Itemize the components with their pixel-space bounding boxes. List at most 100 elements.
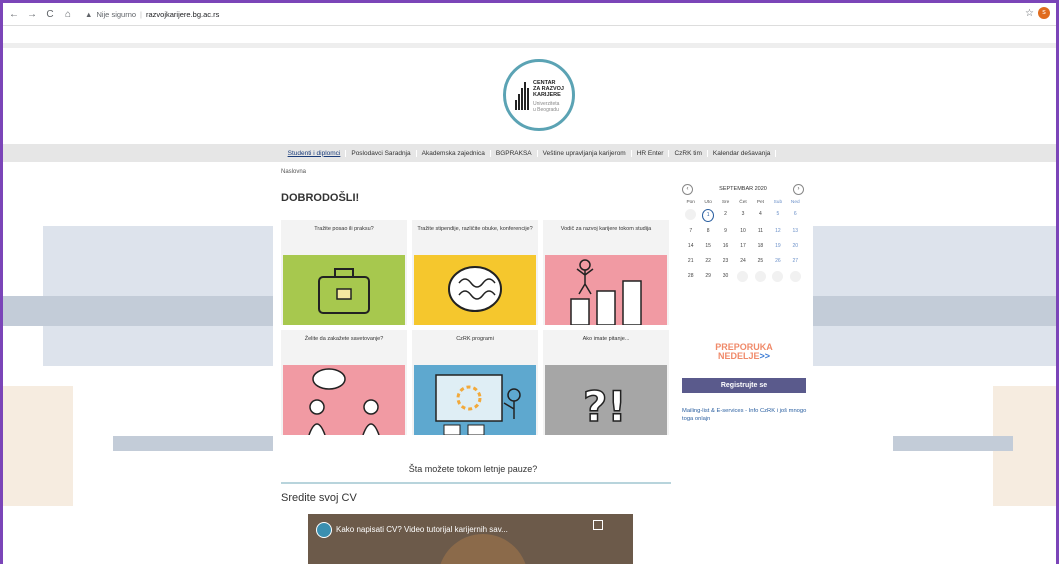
channel-icon	[316, 522, 332, 538]
calendar-day[interactable]: 22	[699, 256, 716, 267]
nav-item-czrk-tim[interactable]: CzRK tim	[669, 149, 708, 157]
url-separator: |	[140, 9, 142, 19]
register-button[interactable]: Registrujte se	[682, 378, 806, 393]
profile-avatar[interactable]: s	[1038, 7, 1050, 19]
calendar-day[interactable]: 16	[717, 241, 734, 252]
card-posao[interactable]: Tražite posao ili praksu?	[281, 220, 407, 325]
calendar-day[interactable]: 27	[787, 256, 804, 267]
nav-item-hr-enter[interactable]: HR Enter	[632, 149, 670, 157]
recommendation-link[interactable]: PREPORUKA NEDELJE>>	[680, 343, 808, 361]
nav-item-poslodavci[interactable]: Poslodavci Saradnja	[346, 149, 417, 157]
reload-icon[interactable]: C	[43, 9, 57, 20]
card-programi[interactable]: CzRK programi	[412, 330, 538, 435]
top-strip	[3, 43, 1056, 48]
calendar-day[interactable]: 30	[717, 271, 734, 282]
summer-heading[interactable]: Šta možete tokom letnje pauze?	[273, 464, 673, 474]
calendar-day[interactable]: 29	[699, 271, 716, 282]
calendar-header: ‹ SEPTEMBAR 2020 ›	[682, 182, 804, 196]
calendar-day[interactable]: 20	[787, 241, 804, 252]
card-image	[283, 365, 405, 435]
next-month-icon[interactable]: ›	[793, 183, 804, 195]
calendar-day[interactable]: 6	[787, 209, 804, 220]
sidebar: ‹ SEPTEMBAR 2020 › Pon Uto Sre Čet Pet Sub Ned…	[680, 180, 808, 422]
nav-item-studenti[interactable]: Studenti i diplomci	[283, 149, 347, 157]
warning-icon: ▲	[85, 9, 93, 19]
briefcase-icon	[318, 268, 370, 314]
web-page: CENTAR ZA RAZVOJ KARIJERE Univerziteta u Be…	[3, 26, 1056, 564]
card-vodic[interactable]: Vodič za razvoj karijere tokom studija	[543, 220, 669, 325]
main-content: Naslovna DOBRODOŠLI! Tražite posao ili p…	[273, 164, 673, 564]
svg-text:?!: ?!	[583, 382, 627, 431]
back-icon[interactable]: ←	[7, 9, 21, 20]
page-title: DOBRODOŠLI!	[281, 192, 360, 204]
brain-icon	[448, 266, 502, 312]
background-bar-right	[813, 296, 1056, 326]
calendar-day[interactable]: 1	[702, 209, 715, 222]
calendar-day[interactable]: 15	[699, 241, 716, 252]
prev-month-icon[interactable]: ‹	[682, 183, 693, 195]
calendar-empty-day	[737, 271, 749, 282]
logo-title: CENTAR ZA RAZVOJ KARIJERE	[533, 80, 564, 98]
url-host: razvojkarijere.bg.ac.rs	[146, 9, 220, 19]
nav-item-vestine[interactable]: Veštine upravljanja karijerom	[538, 149, 632, 157]
security-label: Nije sigurno	[96, 9, 137, 19]
background-warm-left	[3, 386, 73, 506]
card-image	[545, 255, 667, 325]
copy-link-icon[interactable]	[593, 520, 603, 530]
calendar-widget: ‹ SEPTEMBAR 2020 › Pon Uto Sre Čet Pet Sub Ned…	[682, 182, 804, 282]
bookmark-star-icon[interactable]: ☆	[1025, 8, 1034, 19]
nav-item-kalendar[interactable]: Kalendar dešavanja	[708, 149, 777, 157]
calendar-day[interactable]: 10	[734, 226, 751, 237]
calendar-day[interactable]: 24	[734, 256, 751, 267]
cv-section-title: Sredite svoj CV	[281, 492, 357, 504]
forward-icon[interactable]: →	[25, 9, 39, 20]
calendar-weekdays: Pon Uto Sre Čet Pet Sub Ned	[686, 200, 800, 205]
card-savetovanje[interactable]: Želite da zakažete savetovanje?	[281, 330, 407, 435]
mailing-link[interactable]: Mailing-list & E-services - Info CzRK i …	[682, 408, 808, 423]
calendar-day[interactable]: 19	[769, 241, 786, 252]
calendar-day[interactable]: 26	[769, 256, 786, 267]
nav-item-akademska[interactable]: Akademska zajednica	[417, 149, 491, 157]
browser-frame: ← → C ⌂ ▲ Nije sigurno | razvojkarijere.…	[0, 0, 1059, 564]
calendar-day[interactable]: 23	[717, 256, 734, 267]
calendar-empty-day	[685, 209, 697, 220]
calendar-day[interactable]: 2	[717, 209, 734, 220]
calendar-day[interactable]: 18	[752, 241, 769, 252]
calendar-empty-day	[754, 271, 766, 282]
divider	[281, 482, 671, 484]
calendar-day[interactable]: 7	[682, 226, 699, 237]
video-title[interactable]: Kako napisati CV? Video tutorijal karije…	[336, 525, 508, 534]
card-image	[414, 365, 536, 435]
address-bar[interactable]: ▲ Nije sigurno | razvojkarijere.bg.ac.rs	[85, 10, 219, 19]
calendar-day[interactable]: 14	[682, 241, 699, 252]
calendar-day[interactable]: 17	[734, 241, 751, 252]
breadcrumb[interactable]: Naslovna	[281, 169, 306, 175]
calendar-day[interactable]: 4	[752, 209, 769, 220]
calendar-day[interactable]: 21	[682, 256, 699, 267]
nav-item-bgpraksa[interactable]: BGPRAKSA	[491, 149, 538, 157]
calendar-day[interactable]: 28	[682, 271, 699, 282]
card-caption: Vodič za razvoj karijere tokom studija	[560, 226, 652, 232]
czrk-logo[interactable]: CENTAR ZA RAZVOJ KARIJERE Univerziteta u Be…	[503, 59, 575, 131]
calendar-day[interactable]: 9	[717, 226, 734, 237]
calendar-day[interactable]: 25	[752, 256, 769, 267]
calendar-day[interactable]: 5	[769, 209, 786, 220]
calendar-day[interactable]: 11	[752, 226, 769, 237]
calendar-day[interactable]: 3	[734, 209, 751, 220]
calendar-empty-day	[772, 271, 784, 282]
question-icon: ?!	[582, 381, 627, 432]
calendar-day[interactable]: 12	[769, 226, 786, 237]
gear-icon	[435, 374, 521, 435]
video-thumbnail	[438, 534, 528, 564]
career-steps-icon	[570, 259, 642, 325]
card-caption: Ako imate pitanje...	[582, 336, 630, 342]
youtube-video[interactable]: Kako napisati CV? Video tutorijal karije…	[308, 514, 633, 564]
main-nav: Studenti i diplomci Poslodavci Saradnja …	[3, 144, 1056, 162]
calendar-day[interactable]: 13	[787, 226, 804, 237]
home-icon[interactable]: ⌂	[61, 9, 75, 20]
counseling-icon	[308, 368, 380, 435]
card-stipendije[interactable]: Tražite stipendije, različite obuke, kon…	[412, 220, 538, 325]
calendar-day[interactable]: 8	[699, 226, 716, 237]
calendar-days: 1 2 3 4 5 6 7 8 9 10 11 12 13 14 15 16 17 18 19 20 21 22 23 24 2…	[682, 209, 804, 282]
card-pitanje[interactable]: Ako imate pitanje... ?!	[543, 330, 669, 435]
